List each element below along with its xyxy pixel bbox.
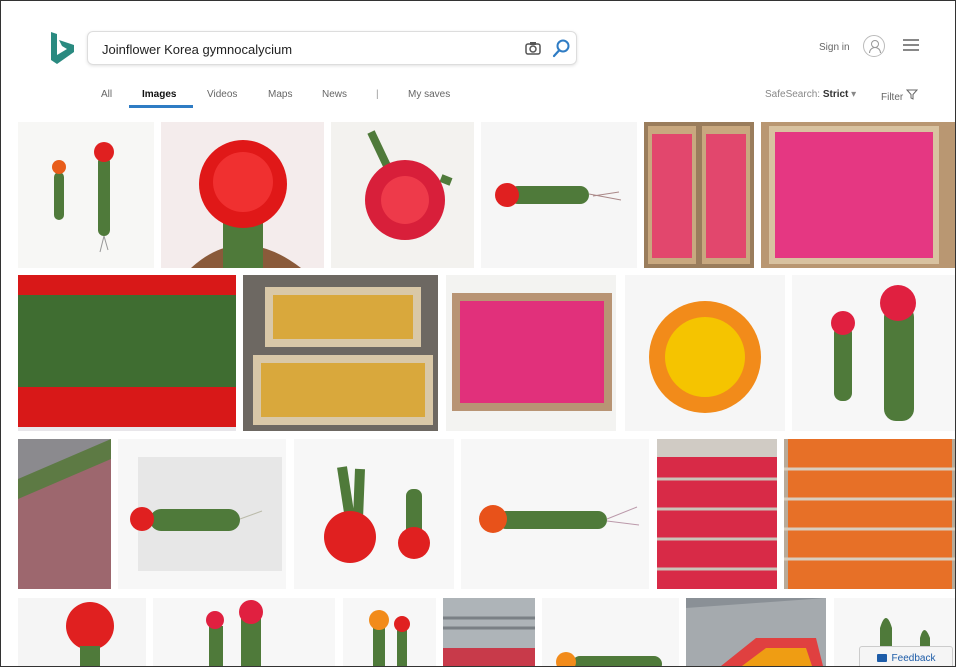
search-icon[interactable] (552, 38, 572, 58)
sign-in-link[interactable]: Sign in (819, 42, 850, 53)
image-result[interactable] (161, 122, 324, 268)
image-result[interactable] (461, 439, 649, 589)
image-result[interactable] (18, 275, 236, 431)
image-result[interactable] (446, 275, 616, 431)
tab-news[interactable]: News (322, 89, 347, 100)
image-result[interactable] (294, 439, 454, 589)
image-result[interactable] (443, 598, 535, 666)
image-result[interactable] (784, 439, 955, 589)
feedback-label: Feedback (891, 652, 936, 664)
feedback-button[interactable]: Feedback (859, 646, 953, 666)
bing-logo[interactable] (49, 31, 77, 65)
header: Sign in All Images Videos Maps News My s… (1, 1, 955, 113)
image-result[interactable] (118, 439, 286, 589)
image-result[interactable] (18, 439, 111, 589)
tab-all[interactable]: All (101, 89, 112, 100)
active-tab-indicator (129, 105, 193, 108)
image-result[interactable] (625, 275, 785, 431)
chevron-down-icon: ▾ (851, 89, 857, 100)
image-result[interactable] (331, 122, 474, 268)
image-result[interactable] (18, 598, 146, 666)
image-result[interactable] (243, 275, 438, 431)
search-input[interactable] (100, 38, 504, 60)
filter-label: Filter (881, 92, 904, 103)
safesearch-value: Strict (822, 89, 849, 100)
camera-icon[interactable] (525, 40, 541, 56)
hamburger-menu-icon[interactable] (903, 39, 919, 53)
image-result[interactable] (153, 598, 335, 666)
image-results-grid (16, 121, 955, 666)
tab-divider: | (376, 89, 379, 100)
image-result[interactable] (644, 122, 754, 268)
tab-videos[interactable]: Videos (207, 89, 237, 100)
image-result[interactable] (686, 598, 826, 666)
safesearch-label: SafeSearch: (765, 89, 821, 100)
image-result[interactable] (542, 598, 679, 666)
tab-maps[interactable]: Maps (268, 89, 292, 100)
safesearch-control[interactable]: SafeSearch: Strict ▾ (765, 89, 856, 100)
tab-my-saves[interactable]: My saves (408, 89, 450, 100)
feedback-icon (876, 654, 887, 662)
image-result[interactable] (18, 122, 154, 268)
filter-button[interactable]: Filter (881, 89, 919, 103)
bing-logo-icon (51, 32, 74, 64)
image-result[interactable] (343, 598, 436, 666)
avatar-icon[interactable] (863, 35, 885, 57)
filter-icon (905, 89, 919, 100)
browser-window: Sign in All Images Videos Maps News My s… (0, 0, 956, 667)
image-result[interactable] (481, 122, 637, 268)
image-result[interactable] (657, 439, 777, 589)
search-box (87, 31, 577, 65)
image-result[interactable] (792, 275, 955, 431)
tab-images[interactable]: Images (142, 89, 176, 100)
image-result[interactable] (761, 122, 955, 268)
